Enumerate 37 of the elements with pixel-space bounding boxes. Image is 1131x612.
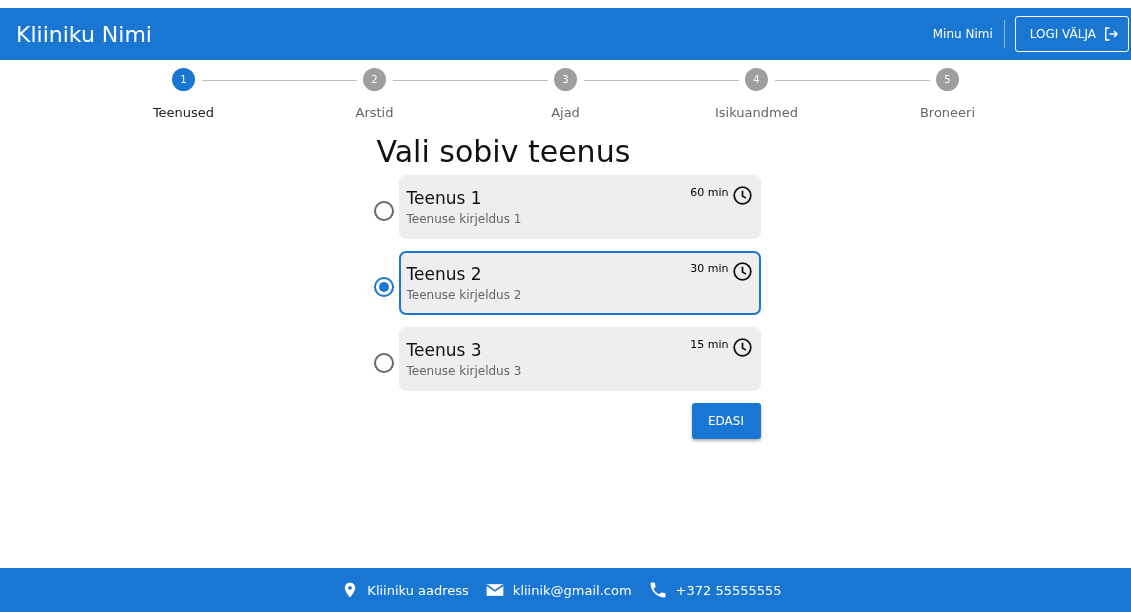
radio-button[interactable] bbox=[373, 277, 394, 297]
service-name: Teenus 3 bbox=[406, 340, 483, 360]
clock-icon bbox=[731, 185, 753, 206]
step-number: 1 bbox=[172, 68, 195, 91]
step-label: Ajad bbox=[551, 105, 580, 120]
next-button[interactable]: EDASI bbox=[691, 403, 761, 439]
service-description: Teenuse kirjeldus 3 bbox=[406, 364, 523, 378]
service-card[interactable]: Teenus 2 30 min Teenuse kirjeldus 2 bbox=[398, 251, 761, 315]
service-card[interactable]: Teenus 3 15 min Teenuse kirjeldus 3 bbox=[398, 327, 761, 391]
clock-icon bbox=[731, 337, 753, 358]
clinic-address: Kliiniku aadress bbox=[367, 582, 469, 598]
clinic-phone: +372 55555555 bbox=[675, 582, 782, 598]
step-label: Isikuandmed bbox=[715, 105, 798, 120]
clock-icon bbox=[731, 261, 753, 282]
step-number: 4 bbox=[745, 68, 768, 91]
service-name: Teenus 1 bbox=[406, 188, 483, 208]
service-name: Teenus 2 bbox=[406, 264, 483, 284]
clinic-name: Kliiniku Nimi bbox=[16, 21, 153, 47]
logout-icon bbox=[1102, 25, 1120, 43]
service-description: Teenuse kirjeldus 2 bbox=[406, 288, 523, 302]
radio-button[interactable] bbox=[373, 201, 394, 221]
service-duration: 15 min bbox=[690, 338, 729, 351]
page-heading: Vali sobiv teenus bbox=[376, 134, 632, 169]
step-label: Broneeri bbox=[919, 105, 976, 120]
service-description: Teenuse kirjeldus 1 bbox=[406, 212, 523, 226]
service-card[interactable]: Teenus 1 60 min Teenuse kirjeldus 1 bbox=[398, 175, 761, 239]
service-duration: 30 min bbox=[690, 262, 729, 275]
step-number: 3 bbox=[554, 68, 577, 91]
radio-button[interactable] bbox=[373, 353, 394, 373]
user-name: Minu Nimi bbox=[932, 20, 1005, 48]
service-duration: 60 min bbox=[690, 186, 729, 199]
step-label: Teenused bbox=[152, 105, 215, 120]
step-label: Arstid bbox=[355, 105, 394, 120]
step-number: 2 bbox=[363, 68, 386, 91]
clinic-email: kliinik@gmail.com bbox=[512, 582, 632, 598]
step-number: 5 bbox=[936, 68, 959, 91]
logout-button[interactable]: LOGI VÄLJA bbox=[1014, 16, 1129, 52]
